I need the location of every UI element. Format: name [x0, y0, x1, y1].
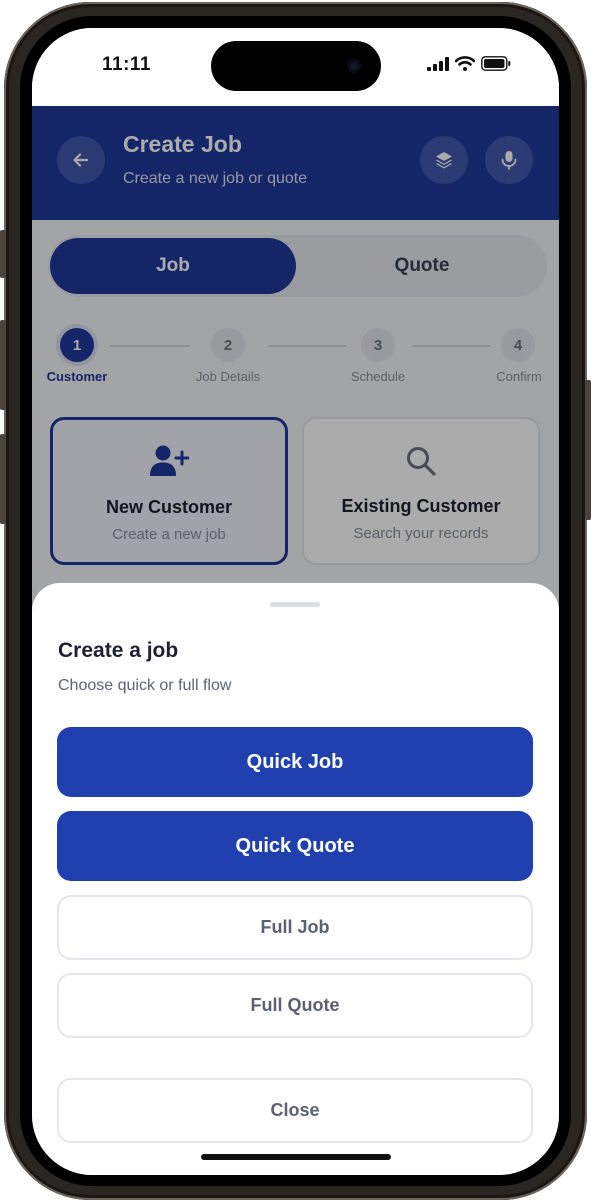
- dynamic-island: [211, 41, 381, 91]
- battery-icon: [481, 56, 511, 71]
- quick-quote-button[interactable]: Quick Quote: [57, 811, 533, 881]
- full-job-button[interactable]: Full Job: [57, 895, 533, 960]
- camera-icon: [347, 59, 361, 73]
- full-quote-button[interactable]: Full Quote: [57, 973, 533, 1038]
- quick-job-button[interactable]: Quick Job: [57, 727, 533, 797]
- close-button[interactable]: Close: [57, 1078, 533, 1143]
- volume-down-button: [0, 434, 6, 524]
- action-button: [0, 230, 6, 278]
- cellular-signal-icon: [427, 56, 449, 71]
- home-indicator[interactable]: [201, 1154, 391, 1160]
- status-bar: 11:11: [32, 28, 559, 106]
- bottom-sheet: Create a job Choose quick or full flow Q…: [32, 583, 559, 1175]
- sheet-drag-handle[interactable]: [270, 602, 320, 607]
- status-time: 11:11: [102, 54, 151, 75]
- sheet-title: Create a job: [58, 639, 179, 662]
- volume-up-button: [0, 320, 6, 410]
- power-button: [585, 380, 591, 520]
- status-icons: [427, 56, 511, 71]
- sheet-subtitle: Choose quick or full flow: [58, 677, 232, 694]
- wifi-icon: [455, 56, 475, 71]
- screen: 11:11 Create Job Create a new job or quo…: [32, 28, 559, 1175]
